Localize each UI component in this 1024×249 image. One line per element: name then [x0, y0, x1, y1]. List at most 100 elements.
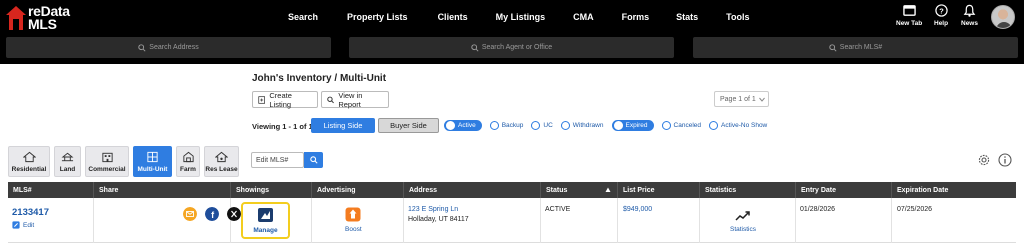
status-backup[interactable]: Backup — [489, 121, 524, 130]
radio-icon — [709, 121, 719, 130]
edit-mls-input[interactable]: Edit MLS# — [251, 152, 304, 168]
new-tab-button[interactable]: New Tab — [896, 4, 922, 32]
search-address-placeholder: Search Address — [149, 44, 199, 51]
status-label: Expired — [625, 122, 648, 129]
type-residential[interactable]: Residential — [8, 146, 50, 177]
redata-logo[interactable]: reData MLS — [6, 4, 86, 32]
buyer-side-button[interactable]: Buyer Side — [378, 118, 439, 133]
col-showings: Showings — [231, 182, 312, 198]
mls-number-link[interactable]: 2133417 — [12, 207, 49, 218]
type-label: Multi-Unit — [137, 166, 168, 173]
sort-ascending-icon — [605, 187, 611, 192]
status-label: Withdrawn — [572, 122, 604, 129]
boost-label: Boost — [345, 226, 362, 233]
help-button[interactable]: ? Help — [934, 4, 948, 32]
house-icon — [22, 151, 36, 163]
nav-cma[interactable]: CMA — [573, 12, 594, 22]
type-multi-unit[interactable]: Multi-Unit — [133, 146, 172, 177]
nav-my-listings[interactable]: My Listings — [496, 12, 546, 22]
type-label: Farm — [180, 166, 196, 173]
multi-unit-icon — [147, 151, 158, 163]
status-uc[interactable]: UC — [531, 121, 553, 130]
search-mls-input[interactable]: Search MLS# — [693, 37, 1018, 58]
radio-icon — [531, 121, 541, 130]
help-label: Help — [934, 20, 949, 27]
manage-showings-button[interactable]: Manage — [241, 202, 290, 239]
info-icon[interactable] — [998, 153, 1012, 167]
status-label: Canceled — [673, 122, 702, 129]
col-mls[interactable]: MLS# — [8, 182, 94, 198]
edit-link[interactable]: Edit — [12, 221, 34, 229]
radio-icon — [560, 121, 570, 130]
view-in-report-label: View in Report — [338, 90, 363, 109]
col-entry-date[interactable]: Entry Date — [796, 182, 892, 198]
search-icon — [327, 96, 334, 103]
status-active[interactable]: Active — [444, 120, 482, 131]
nav-stats[interactable]: Stats — [676, 12, 698, 22]
nav-tools[interactable]: Tools — [726, 12, 749, 22]
viewing-count: Viewing 1 - 1 of 1 — [252, 122, 313, 131]
edit-pencil-icon — [12, 221, 20, 229]
create-listing-button[interactable]: Create Listing — [252, 90, 318, 109]
logo-line-2: MLS — [28, 16, 57, 32]
table-row: 2133417 Edit f Manage Boost 123 E Spring… — [8, 198, 1016, 243]
user-avatar[interactable] — [991, 5, 1015, 29]
cell-status: ACTIVE — [541, 198, 618, 243]
col-address[interactable]: Address — [404, 182, 541, 198]
add-document-icon — [258, 95, 266, 104]
nav-forms[interactable]: Forms — [622, 12, 650, 22]
radio-icon — [661, 121, 671, 130]
expiration-date: 07/25/2026 — [897, 206, 933, 213]
lease-icon — [215, 151, 228, 163]
type-commercial[interactable]: Commercial — [85, 146, 129, 177]
top-nav: reData MLS Search Property Lists Clients… — [0, 0, 1024, 34]
mls-search-button[interactable] — [304, 152, 323, 168]
radio-icon — [446, 121, 455, 130]
status-label: Active-No Show — [721, 122, 768, 129]
col-statistics: Statistics — [700, 182, 796, 198]
news-button[interactable]: News — [961, 4, 978, 32]
col-expiration-date[interactable]: Expiration Date — [892, 182, 1016, 198]
list-price[interactable]: $949,000 — [623, 206, 652, 213]
col-status[interactable]: Status — [541, 182, 618, 198]
boost-icon — [345, 207, 361, 222]
nav-search[interactable]: Search — [288, 12, 318, 22]
nav-property-lists[interactable]: Property Lists — [347, 12, 408, 22]
nav-clients[interactable]: Clients — [438, 12, 468, 22]
edit-label: Edit — [23, 221, 35, 229]
col-list-price[interactable]: List Price — [618, 182, 700, 198]
boost-button[interactable]: Boost — [345, 207, 362, 233]
search-icon — [138, 43, 146, 52]
view-in-report-button[interactable]: View in Report — [321, 90, 389, 109]
search-agent-input[interactable]: Search Agent or Office — [349, 37, 674, 58]
new-tab-icon — [902, 5, 916, 16]
trend-chart-icon — [735, 211, 750, 221]
svg-text:?: ? — [939, 6, 944, 15]
statistics-button[interactable]: Statistics — [730, 210, 756, 233]
status-expired[interactable]: Expired — [611, 120, 654, 131]
col-advertising: Advertising — [312, 182, 404, 198]
address-link[interactable]: 123 E Spring Ln — [408, 206, 458, 213]
status-label: Backup — [501, 122, 524, 129]
cell-advertising: Boost — [312, 198, 404, 243]
cell-share: f — [94, 198, 241, 243]
page-select[interactable]: Page 1 of 1 — [714, 91, 769, 107]
listing-side-button[interactable]: Listing Side — [311, 118, 375, 133]
status-withdrawn[interactable]: Withdrawn — [560, 121, 604, 130]
bell-icon — [963, 4, 976, 17]
type-res-lease[interactable]: Res Lease — [204, 146, 239, 177]
type-farm[interactable]: Farm — [176, 146, 200, 177]
cell-statistics: Statistics — [700, 198, 796, 243]
settings-gear-icon[interactable] — [977, 153, 991, 167]
email-share-icon[interactable] — [183, 207, 197, 221]
facebook-share-icon[interactable]: f — [205, 207, 219, 221]
create-listing-label: Create Listing — [269, 90, 292, 109]
house-logo-icon — [6, 6, 26, 30]
type-land[interactable]: Land — [54, 146, 81, 177]
type-label: Land — [59, 166, 76, 173]
status-active-no-show[interactable]: Active-No Show — [709, 121, 767, 130]
search-agent-placeholder: Search Agent or Office — [481, 44, 553, 51]
cell-list-price: $949,000 — [618, 198, 700, 243]
search-address-input[interactable]: Search Address — [6, 37, 331, 58]
status-canceled[interactable]: Canceled — [661, 121, 702, 130]
